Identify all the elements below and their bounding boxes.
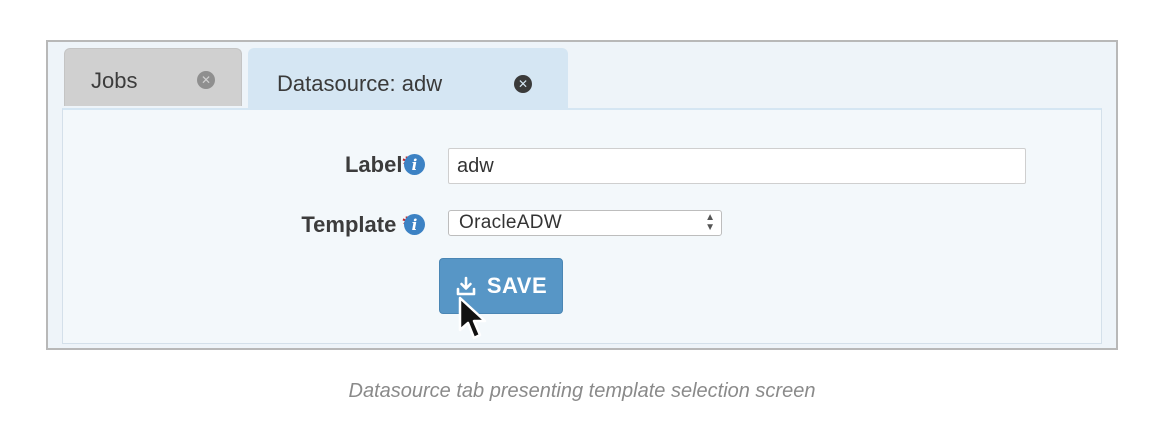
close-icon[interactable]: ✕ [197,71,215,89]
mouse-pointer-icon [458,296,487,340]
label-input[interactable] [448,148,1026,184]
save-button-label: SAVE [486,273,548,298]
tab-datasource-label: Datasource: adw [277,71,443,96]
label-field-label: Label* [345,152,411,178]
label-text: Label [344,152,403,177]
tab-datasource[interactable]: Datasource: adw ✕ [248,48,568,110]
select-arrows-icon: ▲ ▼ [705,212,715,233]
tab-jobs-label: Jobs [91,68,138,93]
template-text: Template [301,212,397,237]
download-icon [456,276,476,296]
datasource-form-panel: Label* i Template * i OracleADW ▲▼ SAVE [62,108,1102,344]
info-icon[interactable]: i [404,154,425,175]
figure-caption: Datasource tab presenting template selec… [348,380,816,402]
template-select[interactable]: OracleADW ▲ ▼ [448,210,722,236]
tab-jobs[interactable]: Jobs ✕ [64,48,242,106]
info-icon[interactable]: i [404,214,425,235]
app-window: Jobs ✕ Datasource: adw ✕ Label* i Templa… [46,40,1118,350]
close-icon[interactable]: ✕ [514,75,532,93]
template-select-value: OracleADW [459,212,562,233]
template-field-label: Template * [301,212,411,238]
